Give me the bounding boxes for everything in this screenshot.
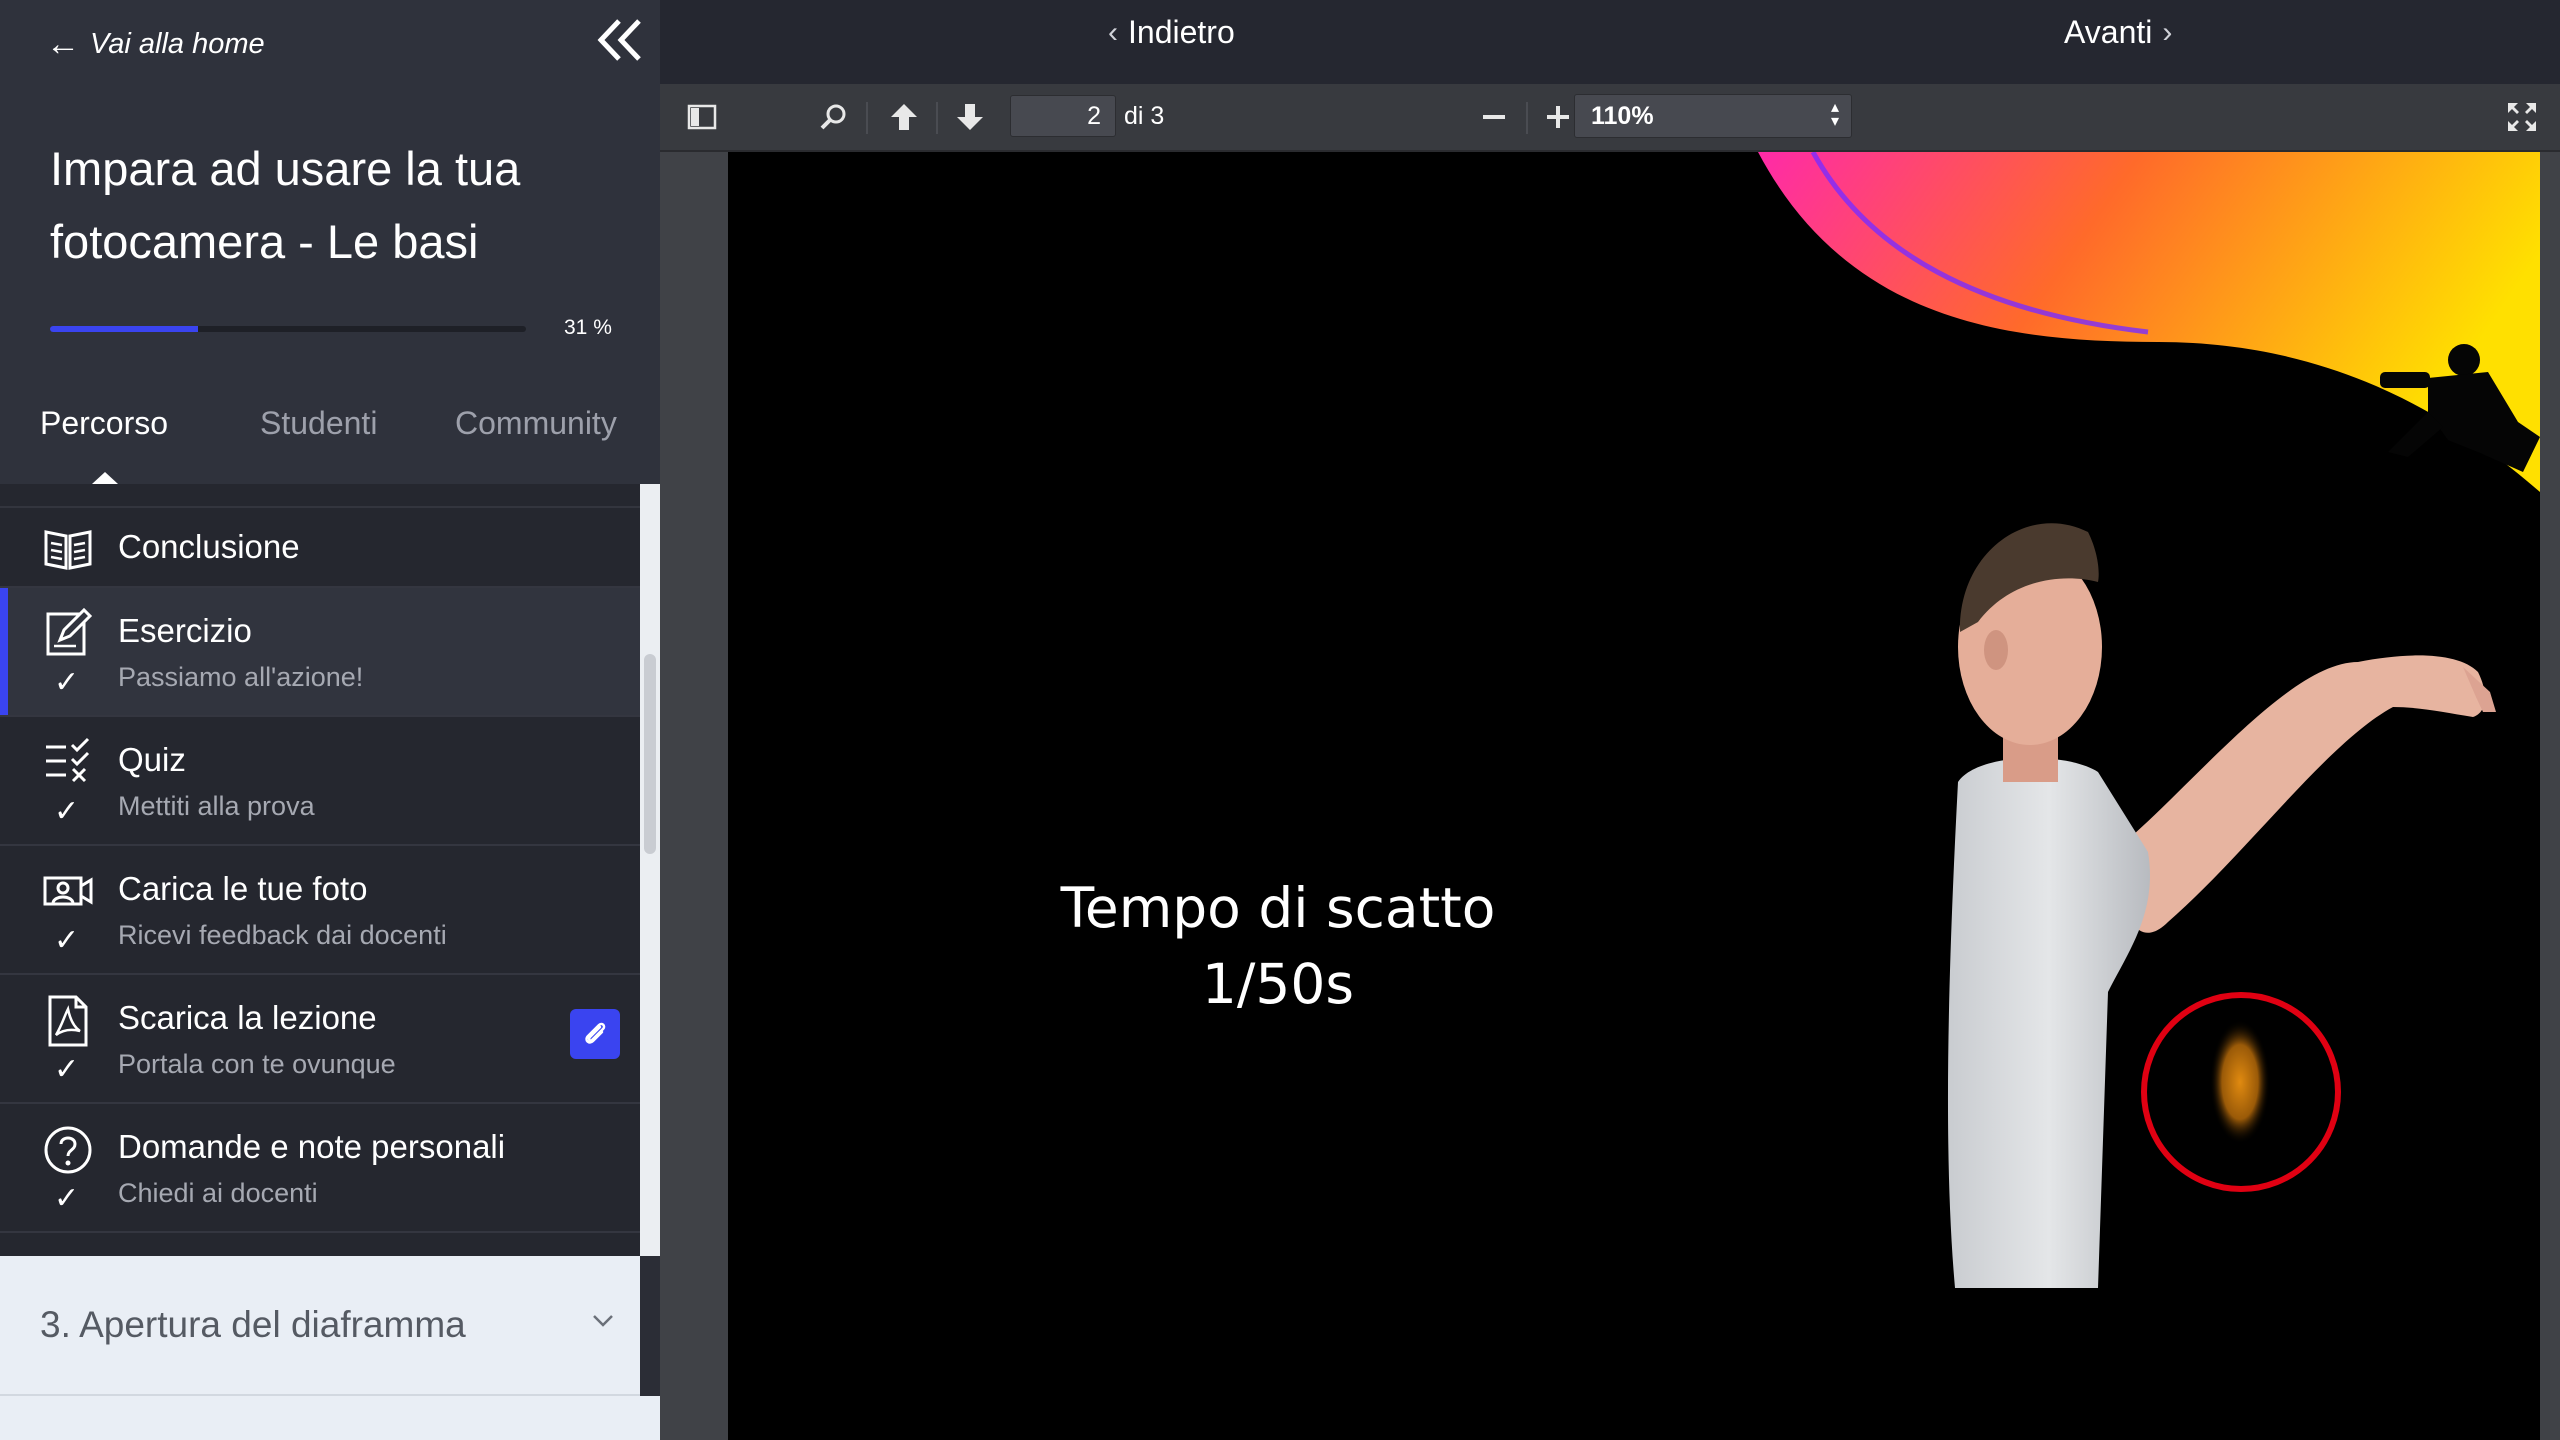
edit-note-icon	[46, 607, 93, 656]
paperclip-icon	[585, 1022, 606, 1044]
course-sidebar: ← Vai alla home Impara ad usare la tua f…	[0, 0, 660, 1440]
lesson-title: Conclusione	[118, 528, 300, 565]
next-page-button[interactable]	[948, 95, 992, 139]
sidebar-tabs: Percorso Studenti Community	[0, 405, 660, 475]
chevron-left-icon: ‹	[1108, 15, 1118, 49]
book-icon	[44, 530, 92, 570]
slide-caption: Tempo di scatto 1/50s	[878, 870, 1678, 1022]
toggle-sidebar-button[interactable]	[680, 95, 724, 139]
section-title: 3. Apertura del diaframma	[40, 1304, 466, 1345]
next-label: Avanti	[2064, 14, 2153, 50]
section-apertura-diaframma[interactable]: 3. Apertura del diaframma	[0, 1256, 640, 1396]
fullscreen-icon	[2508, 103, 2536, 131]
back-label: Indietro	[1128, 14, 1235, 50]
lesson-item-scarica-lezione[interactable]: ✓ Scarica la lezione Portala con te ovun…	[0, 975, 640, 1104]
tab-percorso[interactable]: Percorso	[40, 405, 168, 442]
minus-icon	[1483, 115, 1505, 119]
lesson-title: Domande e note personali	[118, 1128, 506, 1165]
question-icon	[44, 1126, 92, 1174]
home-link-label: Vai alla home	[90, 27, 265, 60]
lesson-list-scrollbar[interactable]	[640, 484, 660, 1256]
fullscreen-button[interactable]	[2500, 95, 2544, 139]
course-progress-bar	[50, 326, 526, 332]
completed-check-icon: ✓	[54, 795, 80, 828]
lesson-subtitle: Mettiti alla prova	[118, 791, 315, 821]
previous-page-button[interactable]	[882, 95, 926, 139]
lesson-title: Scarica la lezione	[118, 999, 377, 1036]
lesson-subtitle: Passiamo all'azione!	[118, 662, 364, 692]
person-photo	[1947, 523, 2496, 1288]
arrow-down-icon	[957, 104, 983, 130]
completed-check-icon: ✓	[54, 1182, 80, 1215]
lesson-item-quiz[interactable]: ✓ Quiz Mettiti alla prova	[0, 717, 640, 846]
double-chevron-left-icon	[597, 19, 641, 61]
page-number-input[interactable]	[1010, 95, 1116, 137]
lesson-item-conclusione[interactable]: Conclusione	[0, 508, 640, 588]
lesson-item-domande[interactable]: ✓ Domande e note personali Chiedi ai doc…	[0, 1104, 640, 1233]
lesson-subtitle: Chiedi ai docenti	[118, 1178, 318, 1208]
lesson-title: Esercizio	[118, 612, 252, 649]
lesson-item-esercizio[interactable]: ✓ Esercizio Passiamo all'azione!	[0, 588, 640, 717]
slide-caption-line2: 1/50s	[1201, 952, 1355, 1016]
chevron-down-icon	[593, 1315, 613, 1327]
slide-caption-line1: Tempo di scatto	[1060, 876, 1496, 940]
course-title: Impara ad usare la tua fotocamera - Le b…	[50, 142, 521, 268]
active-tab-indicator	[92, 472, 118, 484]
plus-icon	[1547, 106, 1569, 128]
upload-photo-icon	[43, 876, 93, 906]
zoom-select[interactable]: 110% ▴ ▾	[1574, 94, 1852, 138]
slide-illustration	[1758, 152, 2540, 1288]
lesson-subtitle: Portala con te ovunque	[118, 1049, 396, 1079]
collapse-sidebar-button[interactable]	[594, 14, 646, 66]
search-button[interactable]	[812, 95, 856, 139]
chevron-right-icon: ›	[2162, 15, 2173, 49]
course-progress-label: 31 %	[564, 316, 612, 339]
blurred-falling-object	[2210, 1020, 2270, 1144]
checklist-icon	[46, 737, 90, 783]
lesson-list: Conclusione ✓ Esercizio Passiamo all'azi…	[0, 484, 640, 1256]
home-link[interactable]: ← Vai alla home	[46, 22, 265, 66]
completed-check-icon: ✓	[54, 924, 80, 957]
tab-community[interactable]: Community	[455, 405, 617, 442]
search-icon	[820, 104, 846, 130]
pdf-icon	[48, 995, 88, 1047]
select-arrows-icon: ▴ ▾	[1830, 99, 1839, 130]
lesson-title: Carica le tue foto	[118, 870, 368, 907]
next-button[interactable]: Avanti ›	[2064, 14, 2172, 51]
zoom-out-button[interactable]	[1472, 95, 1516, 139]
page-total-label: di 3	[1124, 102, 1165, 130]
arrow-up-icon	[891, 104, 917, 130]
pdf-page: Tempo di scatto 1/50s	[728, 152, 2540, 1440]
lesson-nav-bar: ‹ Indietro Avanti ›	[660, 0, 2560, 84]
arrow-left-icon: ←	[46, 25, 80, 63]
lesson-item-carica-foto[interactable]: ✓ Carica le tue foto Ricevi feedback dai…	[0, 846, 640, 975]
tab-studenti[interactable]: Studenti	[260, 405, 377, 442]
completed-check-icon: ✓	[54, 1053, 80, 1086]
sidebar-header: ← Vai alla home Impara ad usare la tua f…	[0, 0, 660, 484]
scrollbar-thumb[interactable]	[644, 654, 656, 854]
sidebar-toggle-icon	[687, 104, 717, 130]
back-button[interactable]: ‹ Indietro	[1108, 14, 1235, 51]
completed-check-icon: ✓	[54, 666, 80, 699]
course-progress-fill	[50, 326, 198, 332]
lesson-subtitle: Ricevi feedback dai docenti	[118, 920, 447, 950]
attachment-button[interactable]	[570, 1009, 620, 1059]
lesson-title: Quiz	[118, 741, 186, 778]
zoom-value: 110%	[1591, 102, 1654, 130]
